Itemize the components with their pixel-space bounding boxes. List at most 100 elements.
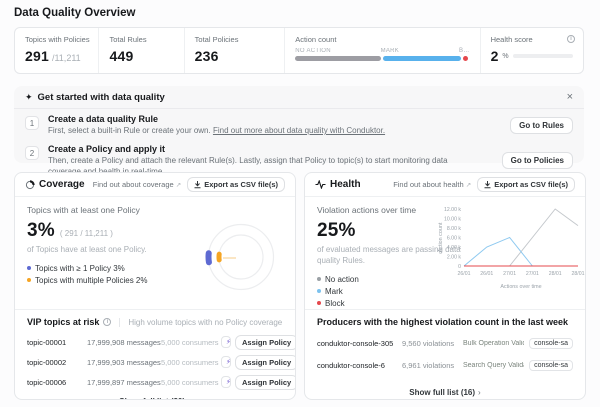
banner-title: Get started with data quality [38, 92, 165, 103]
health-pulse-icon [315, 180, 326, 189]
lightning-icon: ⚡ [226, 378, 231, 386]
producer-name: conduktor-console-305 [317, 339, 397, 348]
svg-text:2.00 k: 2.00 k [447, 255, 462, 261]
coverage-panel: Coverage Find out about coverage ↗ Expor… [14, 172, 296, 400]
stat-label: Total Policies [195, 35, 275, 44]
sparkle-icon: ✦ [25, 92, 33, 103]
svg-text:26/01: 26/01 [458, 271, 471, 277]
action-count-bar-chart [295, 56, 469, 61]
download-icon [484, 181, 491, 189]
stat-total-rules: Total Rules 449 [98, 28, 183, 73]
topic-messages: 17,999,897 messages [87, 378, 157, 387]
bar-segment-block [463, 56, 468, 61]
health-panel: Health Find out about health ↗ Export as… [304, 172, 586, 400]
topic-name[interactable]: topic-00006 [27, 378, 83, 387]
legend-dot [27, 266, 31, 270]
show-full-list-link[interactable]: Show full list (30)› [15, 397, 295, 400]
vip-topic-row: topic-00001 17,999,908 messages 5,000 co… [15, 332, 295, 352]
bar-segment-mark [383, 56, 461, 61]
panel-title: Coverage [39, 179, 85, 190]
assign-policy-button[interactable]: Assign Policy [235, 335, 296, 350]
svg-text:26/01: 26/01 [480, 271, 493, 277]
stat-label: Action count [295, 35, 469, 44]
stat-topics-with-policies: Topics with Policies 291 /11,211 [15, 28, 98, 73]
export-csv-button[interactable]: Export as CSV file(s) [187, 177, 285, 192]
svg-text:0: 0 [458, 264, 461, 270]
go-to-policies-button[interactable]: Go to Policies [502, 152, 573, 169]
svg-text:Actions over time: Actions over time [500, 284, 541, 290]
find-out-health-link[interactable]: Find out about health ↗ [393, 180, 471, 189]
info-icon[interactable]: i [103, 318, 111, 326]
lightning-icon: ⚡ [226, 358, 231, 366]
coverage-donut-icon [25, 180, 35, 190]
assign-policy-button[interactable]: Assign Policy [235, 375, 296, 390]
stat-action-count: Action count NO ACTION MARK B… [284, 28, 479, 73]
info-icon[interactable]: i [567, 35, 575, 43]
topic-consumers: 5,000 consumers [161, 378, 217, 387]
stat-value: 291 [25, 48, 49, 64]
producer-row: conduktor-console-6 6,961 violations Sea… [305, 354, 585, 376]
stats-strip: Topics with Policies 291 /11,211 Total R… [14, 27, 584, 74]
stat-label: Topics with Policies [25, 35, 88, 44]
legend-dot [27, 278, 31, 282]
segment-label-no-action: NO ACTION [295, 48, 380, 54]
export-csv-button[interactable]: Export as CSV file(s) [477, 177, 575, 192]
external-link-icon: ↗ [176, 182, 181, 189]
cluster-badge[interactable]: ⚡simulator-bench… [221, 376, 231, 388]
vip-topic-row: topic-00006 17,999,897 messages 5,000 co… [15, 372, 295, 392]
svg-text:27/01: 27/01 [503, 271, 516, 277]
coverage-description: of Topics have at least one Policy. [27, 245, 177, 256]
stat-health-score: Health score i 2 % [480, 28, 583, 73]
policy-link[interactable]: Search Query Validation Policy [463, 362, 524, 369]
find-out-coverage-link[interactable]: Find out about coverage ↗ [93, 180, 181, 189]
svg-text:Action count: Action count [438, 222, 444, 252]
legend-dot [317, 289, 321, 293]
topic-name[interactable]: topic-00001 [27, 338, 83, 347]
go-to-rules-button[interactable]: Go to Rules [510, 117, 573, 134]
segment-label-mark: MARK [381, 48, 459, 54]
cluster-badge[interactable]: ⚡simulator-bench… [221, 336, 231, 348]
page-title: Data Quality Overview [14, 7, 135, 19]
external-link-icon: ↗ [466, 182, 471, 189]
vip-topics-subtitle: High volume topics with no Policy covera… [119, 318, 282, 327]
legend-dot [317, 301, 321, 305]
coverage-percentage: 3% [27, 220, 55, 242]
svg-text:28/01: 28/01 [572, 271, 585, 277]
panel-title: Health [330, 179, 361, 190]
chevron-right-icon: › [478, 388, 481, 397]
producer-row: conduktor-console-305 9,560 violations B… [305, 332, 585, 354]
lightning-icon: ⚡ [226, 338, 231, 346]
topic-messages: 17,999,908 messages [87, 338, 157, 347]
legend-dot [317, 277, 321, 281]
conduktor-docs-link[interactable]: Find out more about data quality with Co… [213, 126, 385, 135]
service-account-badge[interactable]: console-sa [529, 360, 573, 371]
service-account-badge[interactable]: console-sa [529, 338, 573, 349]
producer-name: conduktor-console-6 [317, 361, 397, 370]
coverage-donut-chart [195, 213, 287, 301]
segment-label-block: B… [459, 48, 470, 54]
policy-link[interactable]: Bulk Operation Validation Policy [463, 340, 524, 347]
svg-text:28/01: 28/01 [549, 271, 562, 277]
step-title: Create a data quality Rule [48, 114, 385, 124]
action-count-segment-labels: NO ACTION MARK B… [295, 48, 469, 54]
topic-name[interactable]: topic-00002 [27, 358, 83, 367]
download-icon [194, 181, 201, 189]
assign-policy-button[interactable]: Assign Policy [235, 355, 296, 370]
show-full-list-link[interactable]: Show full list (16)› [305, 388, 585, 397]
producer-violations: 9,560 violations [402, 339, 458, 348]
stat-total: /11,211 [52, 53, 81, 63]
cluster-badge[interactable]: ⚡simulator-bench… [221, 356, 231, 368]
topic-consumers: 5,000 consumers [161, 358, 217, 367]
legend-item: Block [317, 299, 573, 308]
step-number: 1 [25, 116, 39, 130]
health-percentage: 25% [317, 220, 356, 242]
stat-value: 449 [109, 48, 133, 64]
svg-text:8.00 k: 8.00 k [447, 226, 462, 232]
vip-topic-row: topic-00002 17,999,903 messages 5,000 co… [15, 352, 295, 372]
close-icon[interactable]: × [567, 92, 573, 103]
topic-consumers: 5,000 consumers [161, 338, 217, 347]
svg-text:12.00 k: 12.00 k [444, 207, 461, 213]
health-score-unit: % [502, 53, 508, 60]
health-score-bar [513, 54, 573, 58]
producers-title: Producers with the highest violation cou… [317, 317, 568, 327]
